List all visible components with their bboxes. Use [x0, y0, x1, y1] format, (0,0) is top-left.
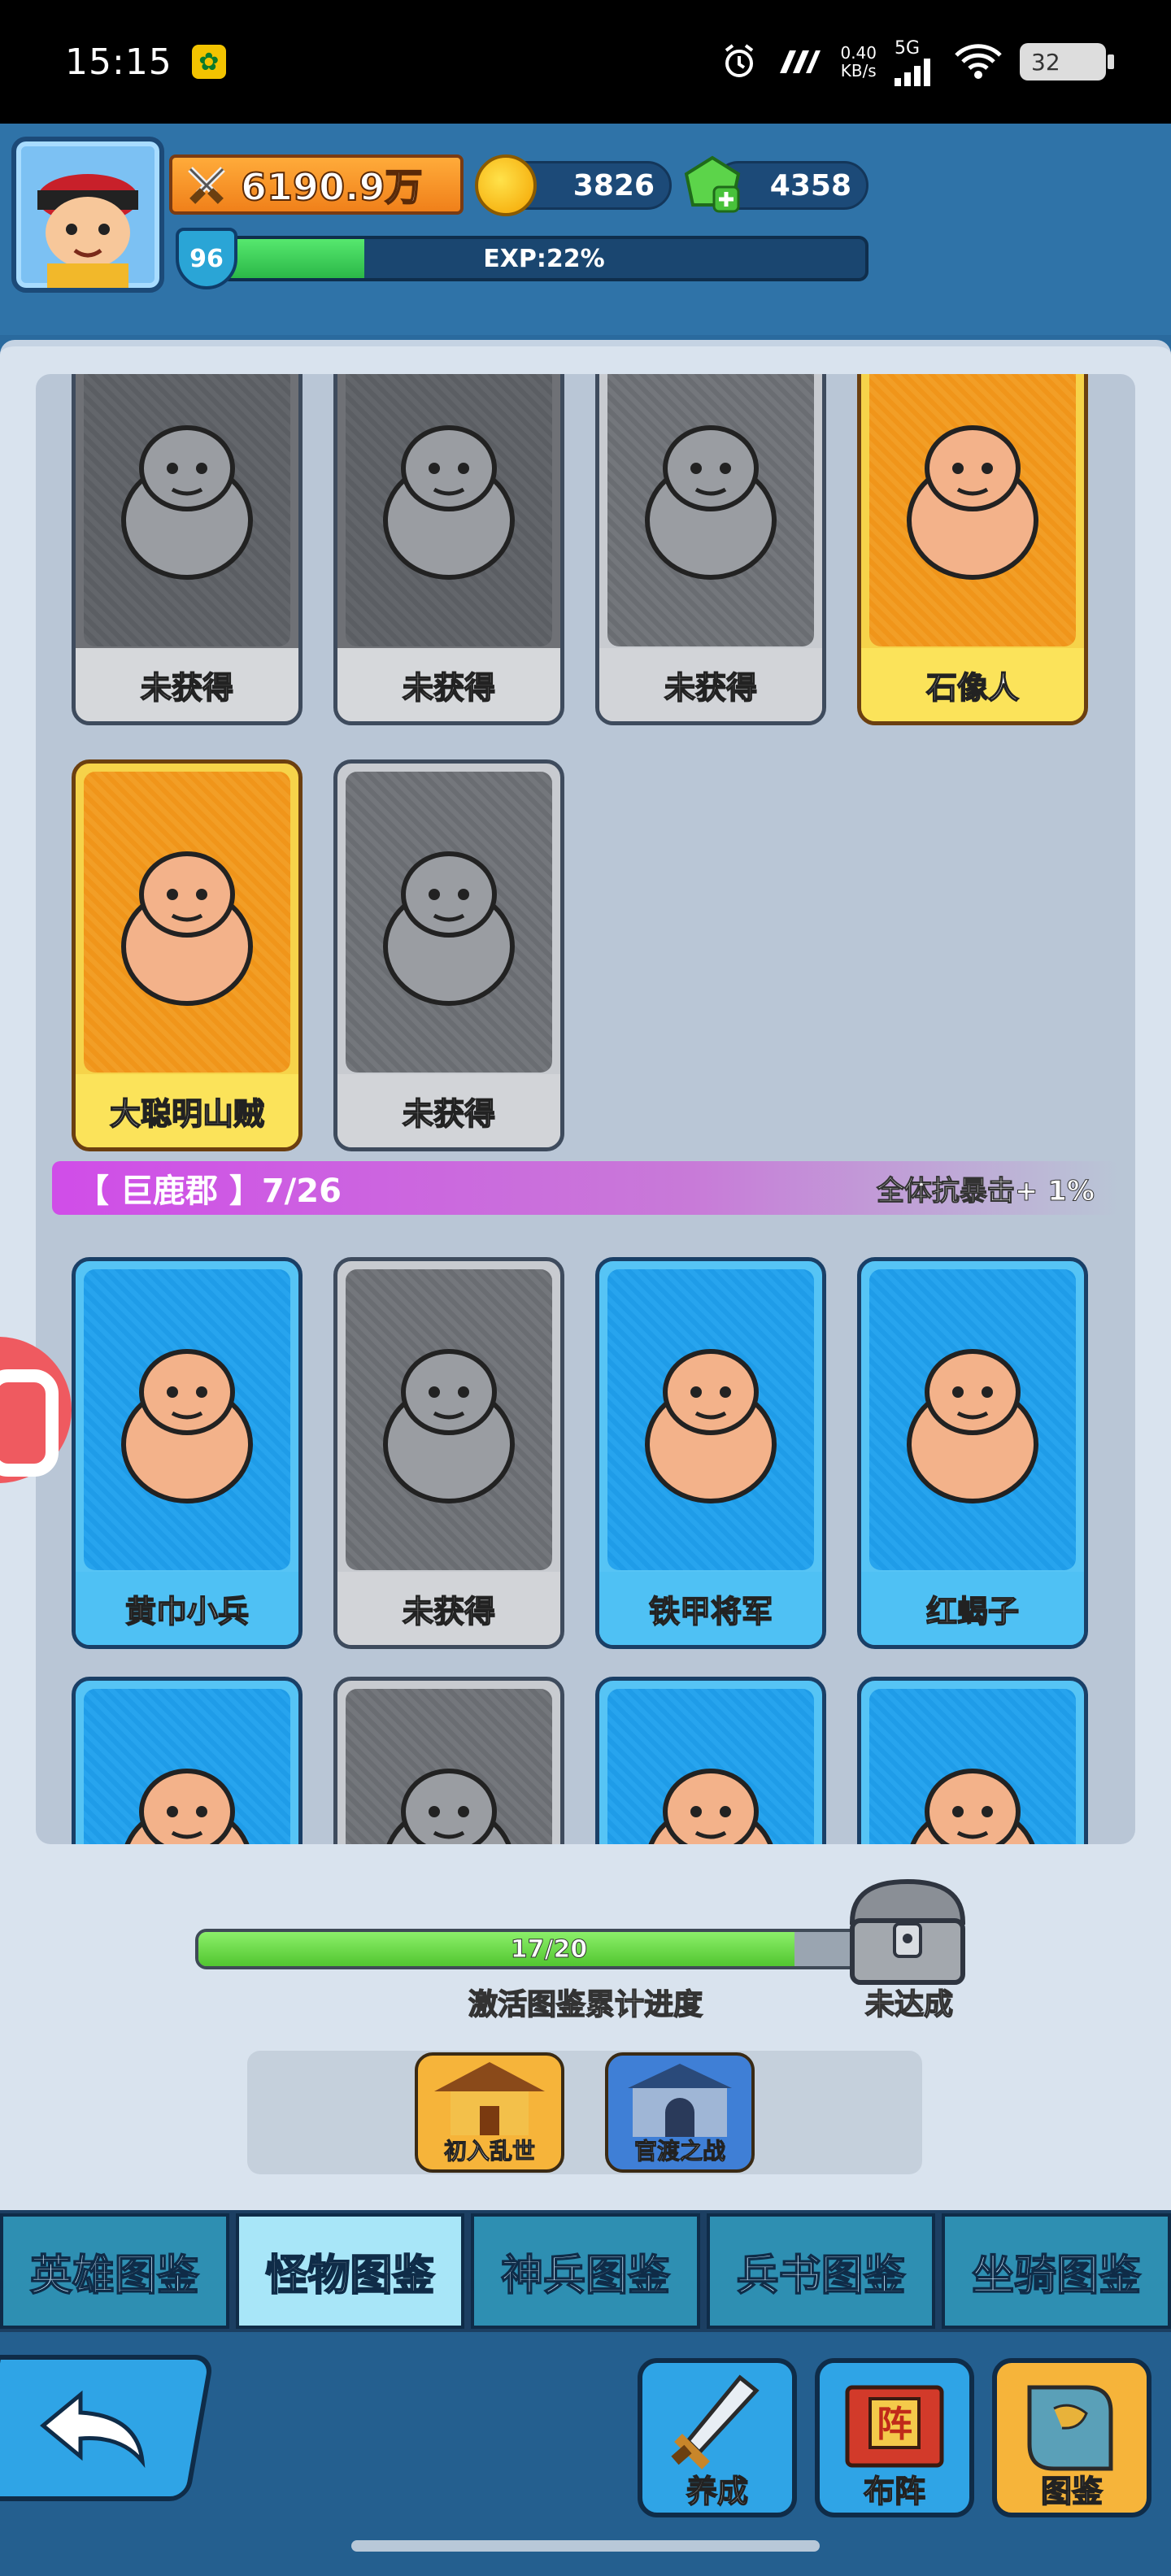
city-gate-icon	[628, 2064, 732, 2137]
region-header: 【 巨鹿郡 】7/26 全体抗暴击+ 1%	[52, 1161, 1119, 1215]
alarm-icon	[725, 44, 754, 77]
tab-5[interactable]: 坐骑图鉴	[942, 2213, 1171, 2329]
book-chapter-2[interactable]: 官渡之战	[605, 2052, 755, 2173]
battery-level: 32	[1031, 48, 1060, 76]
spider-icon	[346, 374, 552, 646]
monster-collection-list[interactable]: 【 巨鹿郡 】7/26 全体抗暴击+ 1% 未获得 未获得 未获得 石像人 大聪明山贼未…	[36, 374, 1135, 1844]
monster-card-name: 石像人	[861, 648, 1084, 721]
monster-card-name: 未获得	[76, 648, 298, 721]
nav-upgrade-label: 养成	[686, 2473, 749, 2510]
network-type: 5G	[895, 37, 921, 59]
back-arrow-icon	[40, 2390, 146, 2469]
monster-card[interactable]	[857, 1677, 1088, 1844]
monster-card[interactable]: 未获得	[72, 374, 303, 725]
monster-card-name: 未获得	[337, 1572, 560, 1645]
nav-formation-label: 布阵	[863, 2473, 926, 2510]
exp-bar: EXP:22%	[220, 236, 868, 281]
home-indicator[interactable]	[351, 2540, 820, 2552]
monster-card[interactable]: 大聪明山贼	[72, 759, 303, 1151]
collection-progress-bar: 17/20	[195, 1929, 903, 1969]
level-badge: 96	[176, 228, 237, 289]
rat-icon	[607, 1689, 814, 1844]
monster-card[interactable]	[595, 1677, 826, 1844]
tab-1[interactable]: 英雄图鉴	[0, 2213, 229, 2329]
monster-card-name: 未获得	[337, 1074, 560, 1147]
reward-chest-icon[interactable]	[836, 1873, 979, 1995]
monster-card[interactable]: 未获得	[333, 759, 564, 1151]
boar-icon	[84, 374, 290, 646]
monster-card[interactable]: 铁甲将军	[595, 1257, 826, 1649]
gem-value: 4358	[769, 168, 851, 202]
collection-progress-label: 激活图鉴累计进度	[468, 1987, 703, 2022]
book-chapter-1[interactable]: 初入乱世	[415, 2052, 564, 2173]
chest-status: 未达成	[864, 1987, 954, 2022]
monster-card[interactable]	[72, 1677, 303, 1844]
region-bonus: 全体抗暴击+ 1%	[876, 1174, 1095, 1208]
collection-tabs: 英雄图鉴 怪物图鉴 神兵图鉴 兵书图鉴 坐骑图鉴	[0, 2210, 1171, 2332]
book-chapter-2-label: 官渡之战	[633, 2138, 725, 2165]
monster-card-name: 铁甲将军	[599, 1572, 822, 1645]
combat-power: 6190.9万	[169, 154, 464, 215]
network-speed: 0.40 KB/s	[840, 43, 877, 80]
player-header: 6190.9万 3826 4358 EXP:22% 96	[0, 124, 1171, 335]
pavilion-icon	[434, 2062, 545, 2135]
bandit-icon	[607, 374, 814, 646]
monster-card-name: 黄巾小兵	[76, 1572, 298, 1645]
bottom-bar: 养成 阵 布阵 图鉴	[0, 2332, 1171, 2576]
wifi-icon	[955, 44, 1002, 79]
coin-icon	[475, 154, 537, 216]
battery-indicator: 32	[1020, 43, 1114, 80]
stone-golem-icon	[869, 374, 1076, 646]
monster-card[interactable]: 未获得	[595, 374, 826, 725]
boar-icon	[84, 1689, 290, 1844]
player-avatar[interactable]	[11, 137, 164, 293]
nav-formation-button[interactable]: 阵 布阵	[815, 2358, 974, 2517]
monster-card-name: 未获得	[599, 648, 822, 721]
region-title: 【 巨鹿郡 】7/26	[76, 1173, 342, 1210]
axe-bandit-icon	[84, 772, 290, 1073]
clock: 15:15	[65, 41, 172, 83]
nav-upgrade-button[interactable]: 养成	[638, 2358, 797, 2517]
beetle-icon	[607, 1269, 814, 1570]
level-value: 96	[189, 244, 224, 273]
back-button[interactable]	[0, 2355, 215, 2501]
collection-progress-text: 17/20	[510, 1934, 588, 1964]
nav-collection-label: 图鉴	[1040, 2473, 1104, 2510]
cat-icon	[869, 1689, 1076, 1844]
monster-card[interactable]: 红蝎子	[857, 1257, 1088, 1649]
green-gem-plus-icon[interactable]	[681, 154, 743, 216]
scorpion-icon	[869, 1269, 1076, 1570]
monster-card-name: 未获得	[337, 648, 560, 721]
signal-icon: 5G	[895, 38, 937, 86]
tab-2[interactable]: 怪物图鉴	[235, 2213, 465, 2329]
monster-card[interactable]: 未获得	[333, 1257, 564, 1649]
carrier-icon	[780, 50, 821, 73]
avatar-portrait-icon	[37, 174, 138, 288]
tab-3[interactable]: 神兵图鉴	[471, 2213, 700, 2329]
nav-collection-button[interactable]: 图鉴	[992, 2358, 1151, 2517]
formation-glyph: 阵	[877, 2404, 912, 2445]
status-bar: 15:15 ✿ 0.40 KB/s 5G 32	[0, 0, 1171, 124]
combat-power-value: 6190.9万	[240, 164, 424, 210]
app-notification-icon: ✿	[191, 45, 226, 79]
turtle-icon	[346, 1269, 552, 1570]
taoist-icon	[346, 772, 552, 1073]
monster-card[interactable]: 黄巾小兵	[72, 1257, 303, 1649]
monster-card[interactable]: 未获得	[333, 374, 564, 725]
status-icons: 0.40 KB/s 5G 32	[720, 38, 1114, 86]
monster-card[interactable]	[333, 1677, 564, 1844]
monster-card-name: 红蝎子	[861, 1572, 1084, 1645]
tab-4[interactable]: 兵书图鉴	[706, 2213, 936, 2329]
book-list	[247, 2051, 922, 2174]
monster-card-name: 大聪明山贼	[76, 1074, 298, 1147]
crossed-swords-icon	[188, 167, 225, 204]
monster-card[interactable]: 石像人	[857, 374, 1088, 725]
coin-value: 3826	[572, 168, 655, 202]
soldier-icon	[346, 1689, 552, 1844]
book-chapter-1-label: 初入乱世	[443, 2138, 535, 2165]
yellow-turban-soldier-icon	[84, 1269, 290, 1570]
exp-text: EXP:22%	[483, 244, 605, 273]
